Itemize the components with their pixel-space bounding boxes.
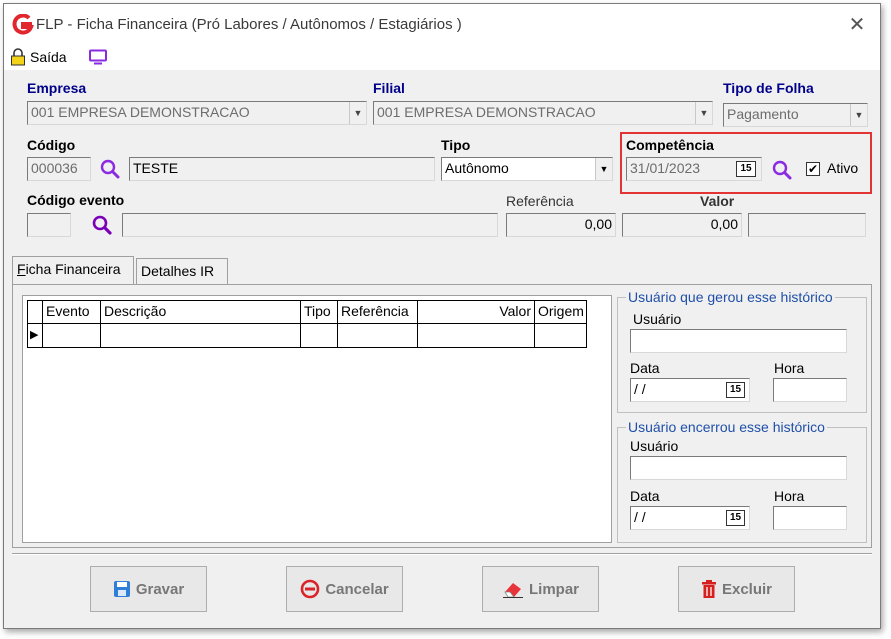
- tipo-value: Autônomo: [445, 160, 509, 176]
- calendar-icon[interactable]: 15: [726, 382, 745, 398]
- tipo-folha-label: Tipo de Folha: [723, 80, 814, 96]
- app-logo-icon: [12, 14, 34, 35]
- table-row[interactable]: ▶: [27, 324, 587, 348]
- codigo-name-field: TESTE: [129, 157, 435, 181]
- closed-user-input[interactable]: [630, 456, 847, 480]
- cell-referencia[interactable]: [338, 324, 418, 347]
- cancel-icon: [300, 579, 320, 599]
- bottom-separator: [12, 553, 872, 555]
- tab-detalhes-label: Detalhes IR: [141, 263, 215, 279]
- codigo-input[interactable]: 000036: [27, 157, 91, 181]
- monitor-icon: [89, 49, 107, 65]
- clear-button[interactable]: Limpar: [482, 566, 599, 612]
- tab-ficha-mnemonic: F: [17, 261, 26, 277]
- col-evento[interactable]: Evento: [43, 301, 101, 323]
- tab-strip: Ficha Financeira Detalhes IR: [12, 256, 312, 284]
- floppy-disk-icon: [113, 580, 131, 598]
- chevron-down-icon[interactable]: ▼: [595, 158, 612, 180]
- competencia-label: Competência: [626, 137, 714, 153]
- valor-extra-field: [748, 213, 866, 237]
- created-user-label: Usuário: [633, 311, 682, 327]
- cell-valor[interactable]: [418, 324, 535, 347]
- screen-button[interactable]: [88, 49, 108, 65]
- created-date-value: / /: [634, 381, 646, 397]
- search-icon[interactable]: [98, 157, 122, 181]
- tab-detalhes-ir[interactable]: Detalhes IR: [136, 258, 228, 284]
- grid-header: Evento Descrição Tipo Referência Valor O…: [27, 300, 587, 324]
- referencia-field: 0,00: [506, 213, 616, 237]
- cell-tipo[interactable]: [301, 324, 338, 347]
- col-descricao[interactable]: Descrição: [101, 301, 301, 323]
- eraser-icon: [502, 580, 524, 598]
- cancel-button[interactable]: Cancelar: [286, 566, 403, 612]
- tipo-folha-value: Pagamento: [727, 106, 799, 122]
- tipo-folha-select[interactable]: Pagamento ▼: [723, 103, 868, 127]
- chevron-down-icon[interactable]: ▼: [850, 104, 867, 126]
- ativo-label: Ativo: [827, 160, 859, 176]
- codigo-label: Código: [27, 137, 76, 153]
- filial-value: 001 EMPRESA DEMONSTRACAO: [377, 104, 596, 120]
- col-tipo[interactable]: Tipo: [301, 301, 338, 323]
- created-hour-label: Hora: [774, 360, 805, 376]
- codigo-evento-label: Código evento: [27, 192, 125, 208]
- closed-hour-label: Hora: [774, 488, 805, 504]
- col-referencia[interactable]: Referência: [338, 301, 418, 323]
- exit-label: Saída: [30, 49, 67, 65]
- closed-date-label: Data: [630, 488, 660, 504]
- valor-label: Valor: [700, 193, 735, 209]
- closed-date-value: / /: [634, 509, 646, 525]
- close-button[interactable]: ✕: [844, 12, 870, 38]
- col-valor[interactable]: Valor: [418, 301, 535, 323]
- chevron-down-icon[interactable]: ▼: [349, 102, 366, 124]
- toolbar: Saída: [4, 44, 880, 70]
- created-date-label: Data: [630, 360, 660, 376]
- save-label: Gravar: [135, 580, 185, 598]
- closed-user-label: Usuário: [630, 438, 679, 454]
- group-created-title: Usuário que gerou esse histórico: [626, 289, 835, 305]
- delete-button[interactable]: Excluir: [678, 566, 795, 612]
- competencia-value: 31/01/2023: [630, 160, 701, 176]
- clear-label: Limpar: [528, 580, 579, 598]
- delete-label: Excluir: [721, 580, 773, 598]
- closed-hour-input[interactable]: [773, 506, 847, 530]
- empresa-value: 001 EMPRESA DEMONSTRACAO: [31, 104, 250, 120]
- calendar-icon[interactable]: 15: [736, 161, 756, 177]
- empresa-select[interactable]: 001 EMPRESA DEMONSTRACAO ▼: [27, 101, 367, 125]
- codigo-evento-input[interactable]: [27, 213, 71, 237]
- cell-evento[interactable]: [43, 324, 101, 347]
- row-indicator-icon: ▶: [28, 324, 43, 347]
- search-icon[interactable]: [90, 213, 114, 237]
- save-button[interactable]: Gravar: [90, 566, 207, 612]
- chevron-down-icon[interactable]: ▼: [695, 102, 712, 124]
- window-title: FLP - Ficha Financeira (Pró Labores / Au…: [36, 16, 462, 33]
- created-hour-input[interactable]: [773, 378, 847, 402]
- tab-ficha-financeira[interactable]: Ficha Financeira: [12, 256, 134, 284]
- evento-description-field: [122, 213, 498, 237]
- created-user-input[interactable]: [630, 329, 847, 353]
- filial-label: Filial: [373, 80, 405, 96]
- group-closed-title: Usuário encerrou esse histórico: [626, 419, 827, 435]
- tab-ficha-label: icha Financeira: [25, 261, 121, 277]
- events-grid[interactable]: Evento Descrição Tipo Referência Valor O…: [22, 295, 612, 543]
- tipo-select[interactable]: Autônomo ▼: [441, 157, 613, 181]
- trash-icon: [701, 579, 717, 599]
- title-bar: FLP - Ficha Financeira (Pró Labores / Au…: [4, 4, 880, 44]
- tipo-label: Tipo: [441, 137, 471, 153]
- cancel-label: Cancelar: [325, 580, 389, 598]
- valor-field: 0,00: [622, 213, 742, 237]
- calendar-icon[interactable]: 15: [726, 510, 745, 526]
- empresa-label: Empresa: [27, 80, 87, 96]
- grid-corner: [28, 301, 43, 323]
- ativo-checkbox[interactable]: ✔: [806, 162, 820, 176]
- cell-origem[interactable]: [535, 324, 587, 347]
- referencia-label: Referência: [506, 193, 574, 209]
- lock-icon: [11, 48, 25, 66]
- app-window: FLP - Ficha Financeira (Pró Labores / Au…: [3, 3, 881, 629]
- filial-select[interactable]: 001 EMPRESA DEMONSTRACAO ▼: [373, 101, 713, 125]
- cell-descricao[interactable]: [101, 324, 301, 347]
- col-origem[interactable]: Origem: [535, 301, 587, 323]
- exit-button[interactable]: Saída: [10, 48, 67, 66]
- search-icon[interactable]: [770, 158, 794, 182]
